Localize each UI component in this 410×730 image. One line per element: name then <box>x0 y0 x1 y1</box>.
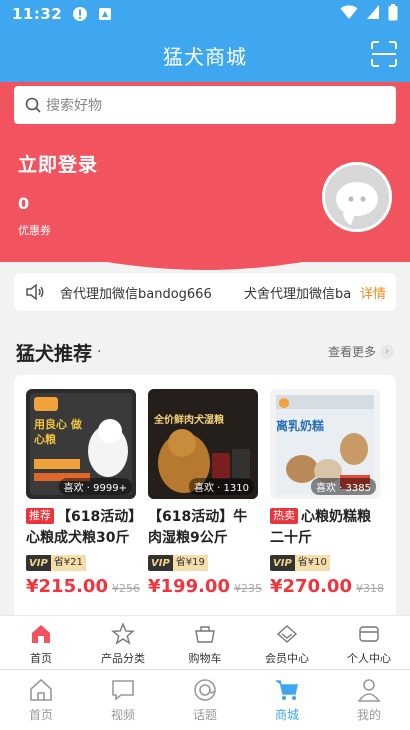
product-price: ¥270.00 <box>270 576 352 597</box>
nav-label: 视频 <box>110 708 135 722</box>
product-price: ¥199.00 <box>148 576 230 597</box>
scan-icon[interactable] <box>370 40 398 68</box>
login-button[interactable]: 立即登录 <box>18 150 98 177</box>
original-price: ¥256 <box>111 582 140 595</box>
app-header: 猛犬商城 <box>0 28 410 82</box>
shop-tab-label: 个人中心 <box>347 652 391 665</box>
likes-badge: 喜欢 · 1310 <box>189 478 254 495</box>
vip-label: VIP <box>273 557 292 569</box>
shop-tab-home[interactable]: 首页 <box>0 616 82 669</box>
product-image-text: 用良心 做心粮 <box>34 418 82 446</box>
search-input[interactable]: 搜索好物 <box>14 86 396 124</box>
nav-label: 首页 <box>28 708 53 722</box>
diamond-icon <box>276 625 298 643</box>
battery-icon <box>388 3 398 25</box>
star-icon <box>111 622 135 645</box>
app-notification-icon <box>98 7 112 21</box>
likes-badge: 喜欢 · 9999+ <box>58 478 132 495</box>
cart-icon <box>276 680 298 700</box>
topic-icon <box>194 679 216 701</box>
view-more-label: 查看更多 <box>327 345 376 359</box>
view-more-link[interactable]: 查看更多 › <box>328 343 394 360</box>
product-title: 【618活动】牛肉湿粮9公斤(一… <box>148 509 248 546</box>
alert-icon <box>72 6 88 22</box>
shop-tab-member[interactable]: 会员中心 <box>246 616 328 669</box>
status-bar: 11:32 <box>0 0 410 28</box>
product-tag: 热卖 <box>270 508 298 524</box>
product-name: 【618活动】牛肉湿粮9公斤(一… <box>148 507 258 549</box>
signal-icon <box>366 4 380 24</box>
shop-tab-category[interactable]: 产品分类 <box>82 616 164 669</box>
section-title-dot: · <box>97 344 102 360</box>
wifi-icon <box>340 4 358 24</box>
shop-tab-label: 产品分类 <box>101 652 145 665</box>
vip-badge: VIP 省¥21 <box>26 555 86 571</box>
notice-bar[interactable]: 舍代理加微信bandog666 犬舍代理加微信ba 详情 <box>14 273 396 311</box>
search-placeholder: 搜索好物 <box>46 98 102 114</box>
search-icon <box>24 96 42 114</box>
product-tag: 推荐 <box>26 508 54 524</box>
original-price: ¥235 <box>233 582 262 595</box>
nav-home[interactable]: 首页 <box>0 670 82 730</box>
home-icon <box>32 625 50 643</box>
nav-topic[interactable]: 话题 <box>164 670 246 730</box>
status-time: 11:32 <box>12 5 63 23</box>
product-price: ¥215.00 <box>26 576 108 597</box>
coupon-label[interactable]: 优惠券 <box>18 222 51 238</box>
profile-card-icon <box>359 626 379 642</box>
product-list: 用良心 做心粮 喜欢 · 9999+ 推荐 【618活动】心粮成犬粮30斤 VIP… <box>14 375 396 615</box>
price-row: ¥270.00 ¥318 <box>270 576 384 597</box>
shop-tab-label: 会员中心 <box>265 652 309 665</box>
nav-mine[interactable]: 我的 <box>328 670 410 730</box>
coupon-count[interactable]: 0 <box>18 194 29 213</box>
product-image-text: 离乳奶糕 <box>276 419 325 433</box>
bottom-navigation: 首页 视频 话题 商城 我的 <box>0 669 410 730</box>
vip-badge: VIP 省¥10 <box>270 555 330 571</box>
vip-save: 省¥19 <box>172 555 208 571</box>
nav-label: 话题 <box>192 708 217 722</box>
user-icon <box>357 679 381 702</box>
price-row: ¥215.00 ¥256 <box>26 576 140 597</box>
likes-badge: 喜欢 · 3385 <box>311 478 376 495</box>
shop-tab-bar: 首页 产品分类 购物车 会员中心 个人中心 <box>0 615 410 669</box>
chevron-right-icon: › <box>380 344 394 359</box>
product-name: 推荐 【618活动】心粮成犬粮30斤 <box>26 507 136 549</box>
price-row: ¥199.00 ¥235 <box>148 576 262 597</box>
product-card[interactable]: 离乳奶糕 喜欢 · 3385 热卖 心粮奶糕粮二十斤 VIP 省¥10 ¥270.0… <box>270 389 384 597</box>
basket-icon <box>195 626 215 643</box>
nav-label: 商城 <box>274 708 299 722</box>
section-title: 猛犬推荐 <box>16 343 93 365</box>
product-image: 全价鲜肉犬湿粮 喜欢 · 1310 <box>148 389 258 499</box>
product-name: 热卖 心粮奶糕粮二十斤 <box>270 507 380 549</box>
vip-label: VIP <box>29 557 48 569</box>
vip-save: 省¥21 <box>50 555 86 571</box>
nav-video[interactable]: 视频 <box>82 670 164 730</box>
product-card[interactable]: 全价鲜肉犬湿粮 喜欢 · 1310 【618活动】牛肉湿粮9公斤(一… VIP省… <box>148 389 262 597</box>
shop-tab-profile[interactable]: 个人中心 <box>328 616 410 669</box>
shop-tab-label: 购物车 <box>188 652 222 665</box>
original-price: ¥318 <box>355 582 384 595</box>
speaker-icon <box>24 281 46 303</box>
default-avatar-icon <box>325 165 389 229</box>
product-image-text: 全价鲜肉犬湿粮 <box>154 415 224 426</box>
avatar[interactable] <box>322 162 392 232</box>
page-title: 猛犬商城 <box>163 44 247 69</box>
product-image: 离乳奶糕 喜欢 · 3385 <box>270 389 380 499</box>
nav-shop[interactable]: 商城 <box>246 670 328 730</box>
notice-text: 舍代理加微信bandog666 <box>60 286 212 302</box>
video-icon <box>112 680 134 701</box>
vip-save: 省¥10 <box>294 555 330 571</box>
home-icon <box>30 678 52 701</box>
notice-text-2: 犬舍代理加微信ba <box>244 286 352 302</box>
nav-label: 我的 <box>356 708 381 722</box>
vip-badge: VIP 省¥19 <box>148 555 208 571</box>
shop-tab-cart[interactable]: 购物车 <box>164 616 246 669</box>
notice-detail-link[interactable]: 详情 <box>360 283 386 302</box>
product-image: 用良心 做心粮 喜欢 · 9999+ <box>26 389 136 499</box>
shop-tab-label: 首页 <box>30 652 52 665</box>
product-card[interactable]: 用良心 做心粮 喜欢 · 9999+ 推荐 【618活动】心粮成犬粮30斤 VIP… <box>26 389 140 597</box>
vip-label: VIP <box>151 557 170 569</box>
